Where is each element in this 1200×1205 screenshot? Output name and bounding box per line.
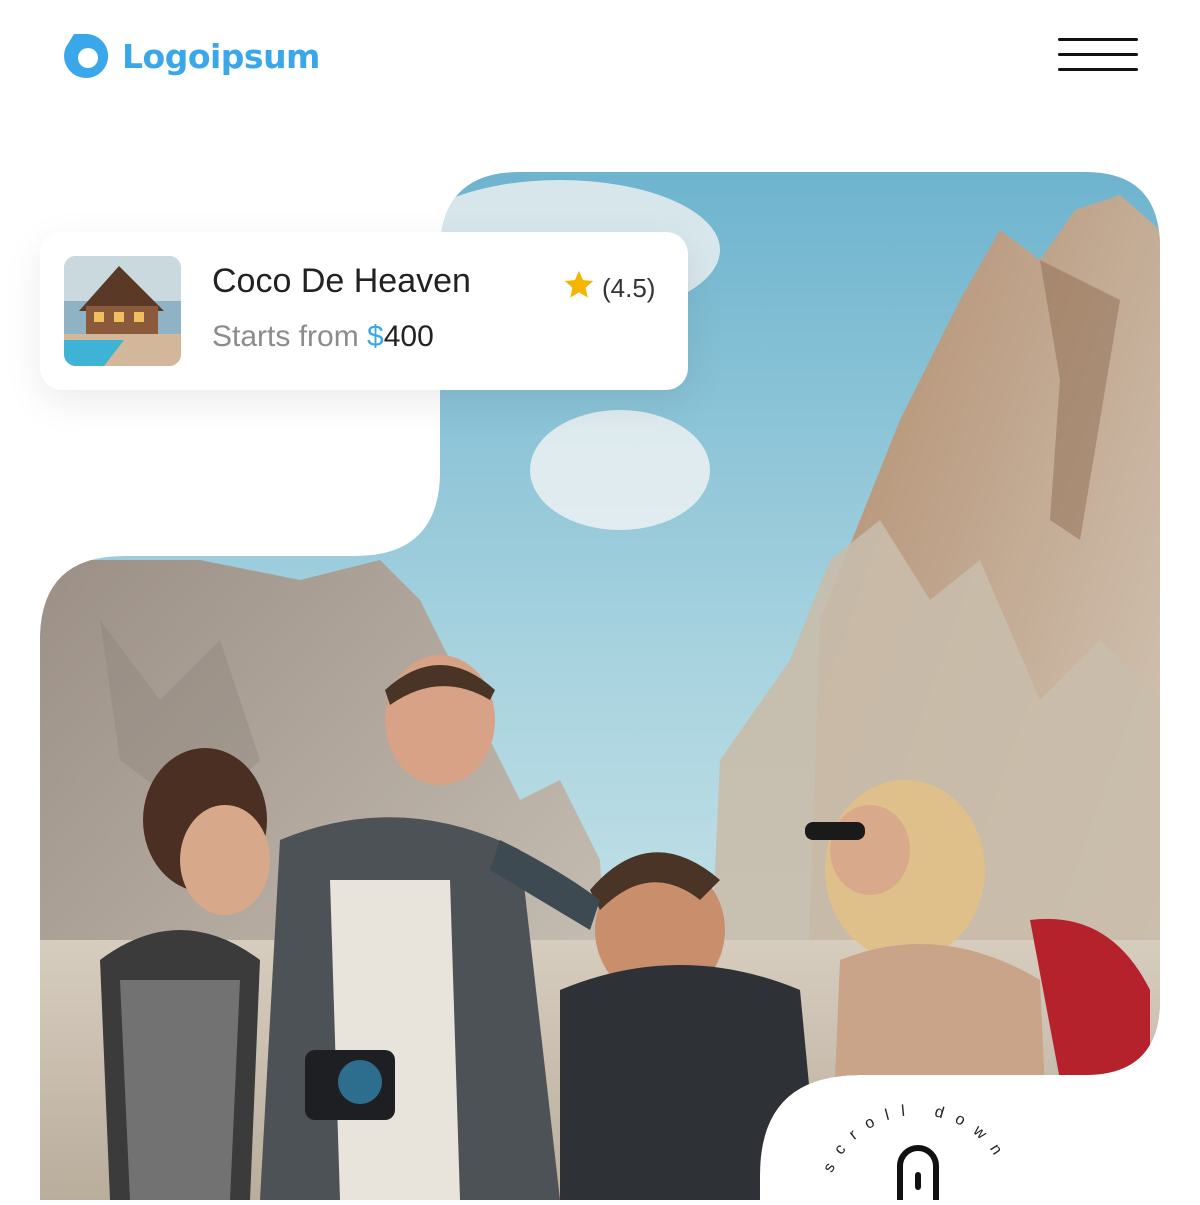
scroll-down-text: scroll down <box>820 1102 1012 1176</box>
hero-photo <box>0 0 1200 1200</box>
rating-value: (4.5) <box>602 273 656 303</box>
price-prefix: Starts from <box>212 320 368 353</box>
hotel-name: Coco De Heaven <box>212 262 471 300</box>
scroll-down-badge[interactable]: scroll down <box>760 1076 1200 1200</box>
price-currency: $ <box>367 320 384 353</box>
hotel-photo <box>64 256 181 366</box>
hotel-price: Starts from $400 <box>212 320 434 354</box>
hotel-card[interactable]: Coco De Heaven Starts from $400 (4.5) <box>40 232 688 390</box>
logoipsum-drop-icon <box>60 30 112 82</box>
price-amount: 400 <box>383 320 434 353</box>
hamburger-menu-icon[interactable] <box>1056 36 1140 76</box>
mouse-scroll-icon <box>897 1145 939 1200</box>
star-icon <box>562 268 596 309</box>
logo-text: Logoipsum <box>122 36 320 76</box>
hotel-rating: (4.5) <box>562 268 655 309</box>
logo[interactable]: Logoipsum <box>60 30 320 82</box>
